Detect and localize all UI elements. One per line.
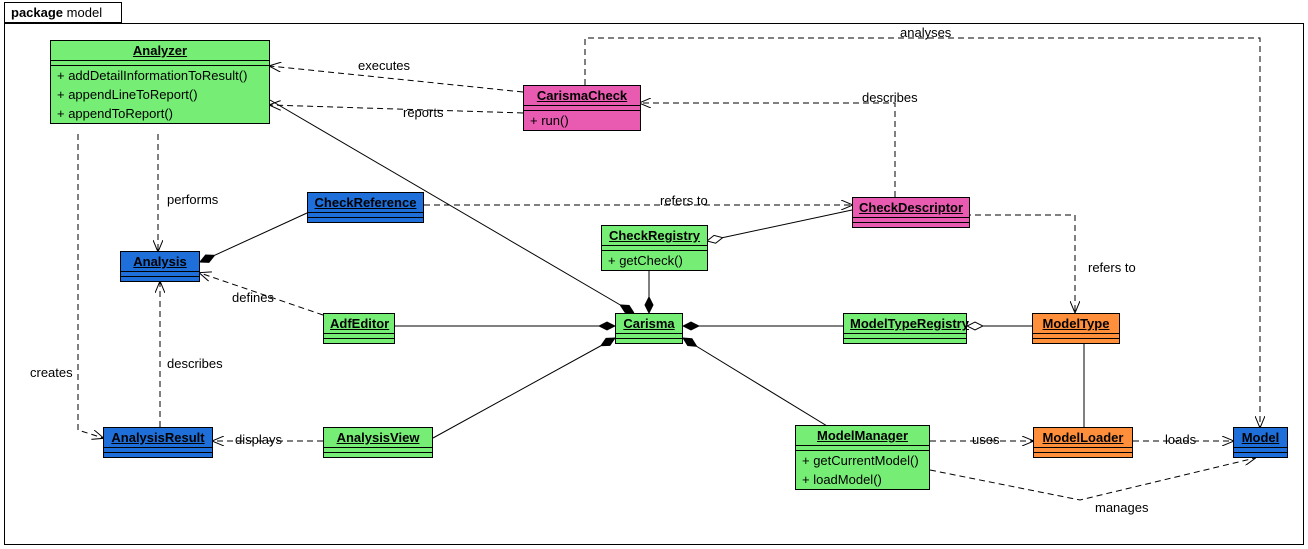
class-checkregistry[interactable]: CheckRegistry + getCheck() (601, 225, 708, 271)
label-performs: performs (167, 192, 218, 207)
empty-compartment (324, 338, 394, 343)
label-describes-result: describes (167, 356, 223, 371)
empty-compartment (324, 452, 432, 457)
method: + getCurrentModel() (796, 450, 929, 470)
empty-compartment (844, 338, 966, 343)
method: + getCheck() (602, 250, 707, 270)
label-defines: defines (232, 290, 274, 305)
package-tab: package model (4, 2, 122, 23)
label-reports: reports (403, 105, 443, 120)
empty-compartment (1033, 338, 1119, 343)
class-checkreference[interactable]: CheckReference (307, 192, 424, 223)
class-carismacheck[interactable]: CarismaCheck + run() (523, 85, 641, 131)
label-manages: manages (1095, 500, 1148, 515)
class-checkdescriptor[interactable]: CheckDescriptor (852, 197, 970, 228)
class-title: AdfEditor (324, 314, 394, 334)
method: + appendLineToReport() (51, 85, 269, 104)
empty-compartment (1034, 452, 1132, 457)
package-keyword: package (11, 5, 63, 20)
label-analyses: analyses (900, 25, 951, 40)
label-loads: loads (1165, 432, 1196, 447)
method: + appendToReport() (51, 104, 269, 123)
method: + addDetailInformationToResult() (51, 65, 269, 85)
empty-compartment (121, 276, 199, 281)
class-title: ModelManager (796, 426, 929, 446)
class-title: Analyzer (51, 41, 269, 61)
empty-compartment (308, 217, 423, 222)
class-model[interactable]: Model (1233, 427, 1288, 458)
class-adfeditor[interactable]: AdfEditor (323, 313, 395, 344)
method: + loadModel() (796, 470, 929, 489)
label-refers-to-checkdesc: refers to (1088, 260, 1136, 275)
class-modelmanager[interactable]: ModelManager + getCurrentModel() + loadM… (795, 425, 930, 490)
class-carisma[interactable]: Carisma (615, 313, 683, 344)
label-describes-check: describes (862, 90, 918, 105)
class-title: AnalysisResult (104, 428, 212, 448)
class-title: ModelType (1033, 314, 1119, 334)
class-title: Analysis (121, 252, 199, 272)
empty-compartment (853, 222, 969, 227)
class-modeltype[interactable]: ModelType (1032, 313, 1120, 344)
empty-compartment (616, 338, 682, 343)
class-title: Model (1234, 428, 1287, 448)
class-title: CheckReference (308, 193, 423, 213)
class-modelloader[interactable]: ModelLoader (1033, 427, 1133, 458)
label-refers-to-check: refers to (660, 193, 708, 208)
label-displays: displays (235, 432, 282, 447)
class-modeltyperegistry[interactable]: ModelTypeRegistry (843, 313, 967, 344)
class-title: CheckRegistry (602, 226, 707, 246)
label-executes: executes (358, 58, 410, 73)
class-title: Carisma (616, 314, 682, 334)
class-title: AnalysisView (324, 428, 432, 448)
class-analysis[interactable]: Analysis (120, 251, 200, 282)
class-title: ModelLoader (1034, 428, 1132, 448)
label-creates: creates (30, 365, 73, 380)
class-title: CarismaCheck (524, 86, 640, 106)
class-title: CheckDescriptor (853, 198, 969, 218)
package-name: model (67, 5, 102, 20)
class-analysisresult[interactable]: AnalysisResult (103, 427, 213, 458)
empty-compartment (1234, 452, 1287, 457)
class-analysisview[interactable]: AnalysisView (323, 427, 433, 458)
empty-compartment (104, 452, 212, 457)
method: + run() (524, 110, 640, 130)
class-analyzer[interactable]: Analyzer + addDetailInformationToResult(… (50, 40, 270, 124)
label-uses: uses (972, 432, 999, 447)
class-title: ModelTypeRegistry (844, 314, 966, 334)
